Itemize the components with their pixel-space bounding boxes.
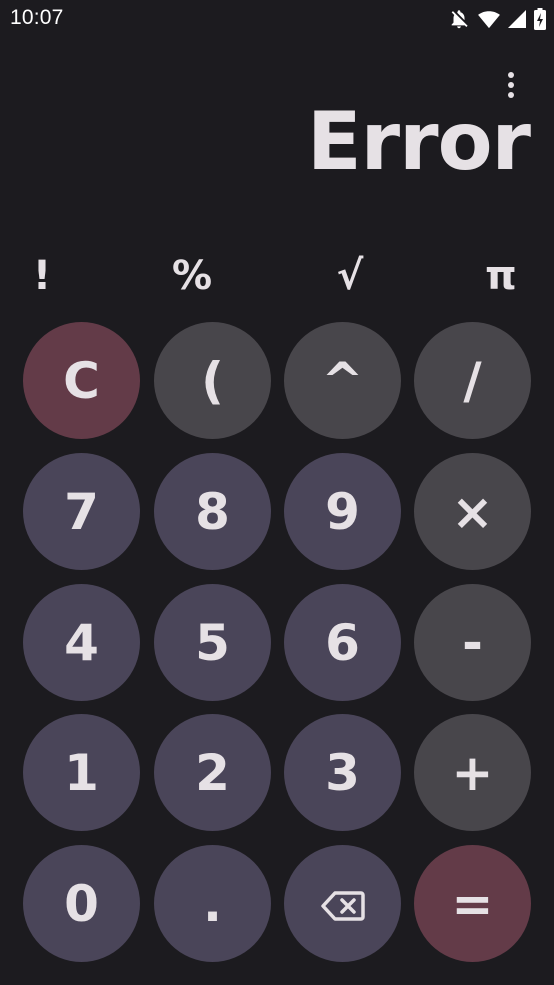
pi-button[interactable]: π [471, 250, 531, 302]
digit-5-button[interactable]: 5 [154, 584, 271, 701]
plus-button[interactable]: + [414, 714, 531, 831]
clear-button[interactable]: C [23, 322, 140, 439]
divide-button[interactable]: / [414, 322, 531, 439]
digit-4-button[interactable]: 4 [23, 584, 140, 701]
cellular-signal-icon [508, 9, 526, 29]
digit-7-button[interactable]: 7 [23, 453, 140, 570]
digit-8-button[interactable]: 8 [154, 453, 271, 570]
notifications-off-icon [448, 8, 470, 30]
battery-charging-icon [534, 8, 546, 30]
backspace-icon [320, 875, 365, 933]
backspace-button[interactable] [284, 845, 401, 962]
minus-button[interactable]: - [414, 584, 531, 701]
parenthesis-button[interactable]: ( [154, 322, 271, 439]
percent-button[interactable]: % [162, 250, 222, 302]
power-button[interactable]: ^ [284, 322, 401, 439]
equals-button[interactable]: = [414, 845, 531, 962]
digit-9-button[interactable]: 9 [284, 453, 401, 570]
digit-3-button[interactable]: 3 [284, 714, 401, 831]
multiply-button[interactable]: × [414, 453, 531, 570]
scientific-row: ! % √ π [0, 250, 554, 302]
result-display: Error [307, 95, 531, 188]
status-bar: 10:07 [0, 0, 554, 38]
decimal-button[interactable]: . [154, 845, 271, 962]
digit-0-button[interactable]: 0 [23, 845, 140, 962]
wifi-icon [478, 9, 500, 29]
square-root-button[interactable]: √ [320, 250, 380, 302]
digit-6-button[interactable]: 6 [284, 584, 401, 701]
status-icons [448, 8, 546, 30]
digit-1-button[interactable]: 1 [23, 714, 140, 831]
factorial-button[interactable]: ! [12, 250, 72, 302]
status-time: 10:07 [10, 6, 64, 29]
digit-2-button[interactable]: 2 [154, 714, 271, 831]
